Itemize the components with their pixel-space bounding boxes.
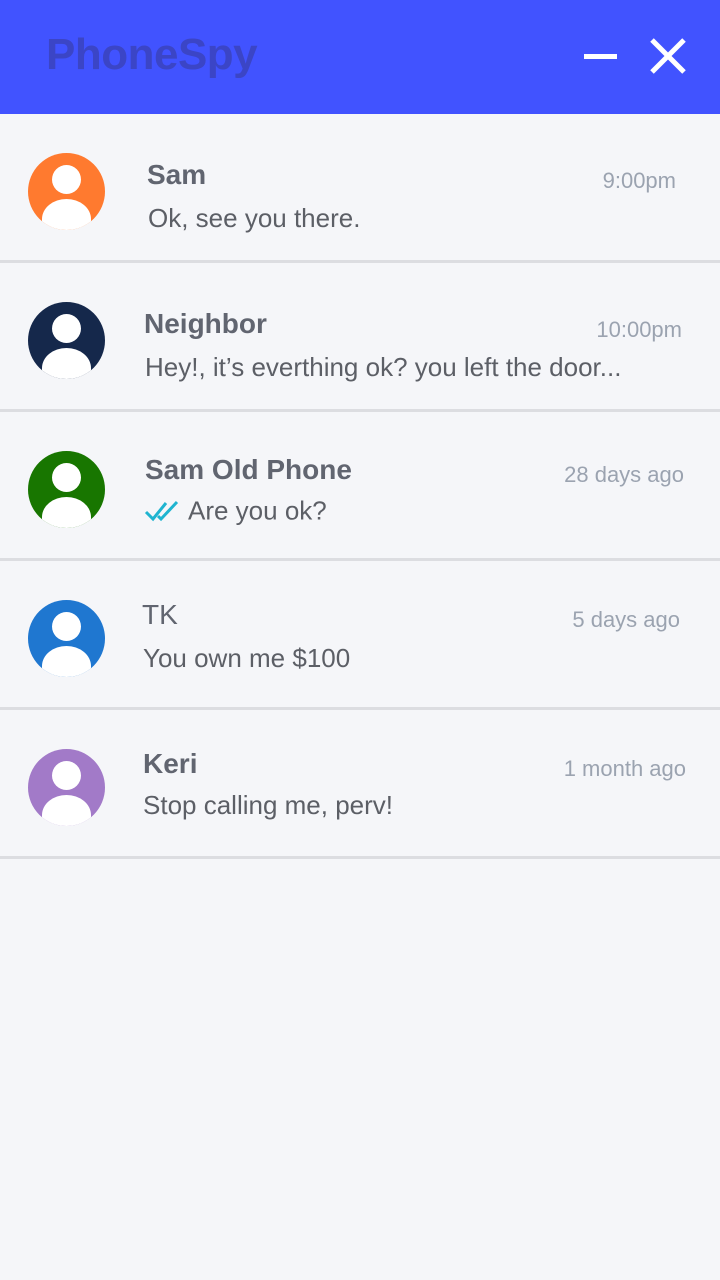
person-icon-head: [52, 612, 81, 641]
person-icon-head: [52, 761, 81, 790]
person-icon-head: [52, 463, 81, 492]
person-icon-body: [42, 497, 91, 528]
person-icon-body: [42, 348, 91, 379]
person-icon-body: [42, 199, 91, 230]
conversation-row[interactable]: Keri 1 month ago Stop calling me, perv!: [0, 710, 720, 859]
contact-name: TK: [142, 599, 178, 630]
double-check-icon: [144, 501, 179, 522]
message-time: 28 days ago: [564, 462, 684, 487]
conversation-row[interactable]: Sam Old Phone 28 days ago Are you ok?: [0, 412, 720, 561]
message-preview: You own me $100: [143, 643, 351, 673]
app-header: PhoneSpy: [0, 0, 720, 114]
app-title: PhoneSpy: [46, 30, 258, 79]
person-icon-body: [42, 795, 91, 826]
contact-name: Sam: [147, 159, 207, 190]
contact-name: Keri: [143, 748, 198, 779]
avatar: [28, 302, 105, 379]
message-time: 1 month ago: [563, 756, 686, 781]
conversation-row[interactable]: Neighbor 10:00pm Hey!, it’s everthing ok…: [0, 263, 720, 412]
avatar: [28, 451, 105, 528]
contact-name: Sam Old Phone: [145, 454, 352, 485]
message-preview: Ok, see you there.: [148, 203, 361, 233]
avatar: [28, 749, 105, 826]
close-button[interactable]: [644, 34, 692, 80]
message-preview: Stop calling me, perv!: [143, 790, 394, 820]
contact-name: Neighbor: [144, 308, 267, 339]
minimize-button[interactable]: [576, 34, 624, 78]
conversation-row[interactable]: TK 5 days ago You own me $100: [0, 561, 720, 710]
message-time: 9:00pm: [602, 168, 676, 193]
close-icon: [650, 38, 686, 74]
message-time: 5 days ago: [572, 607, 680, 632]
avatar: [28, 600, 105, 677]
conversation-list: Sam 9:00pm Ok, see you there. Neighbor 1…: [0, 114, 720, 859]
person-icon-body: [42, 646, 91, 677]
message-preview: Hey!, it’s everthing ok? you left the do…: [145, 352, 622, 382]
person-icon-head: [52, 165, 81, 194]
avatar: [28, 153, 105, 230]
person-icon-head: [52, 314, 81, 343]
message-preview-row: Are you ok?: [144, 494, 327, 527]
message-time: 10:00pm: [596, 317, 682, 342]
conversation-row[interactable]: Sam 9:00pm Ok, see you there.: [0, 114, 720, 263]
message-preview: Are you ok?: [188, 495, 327, 526]
minimize-icon: [584, 54, 617, 59]
